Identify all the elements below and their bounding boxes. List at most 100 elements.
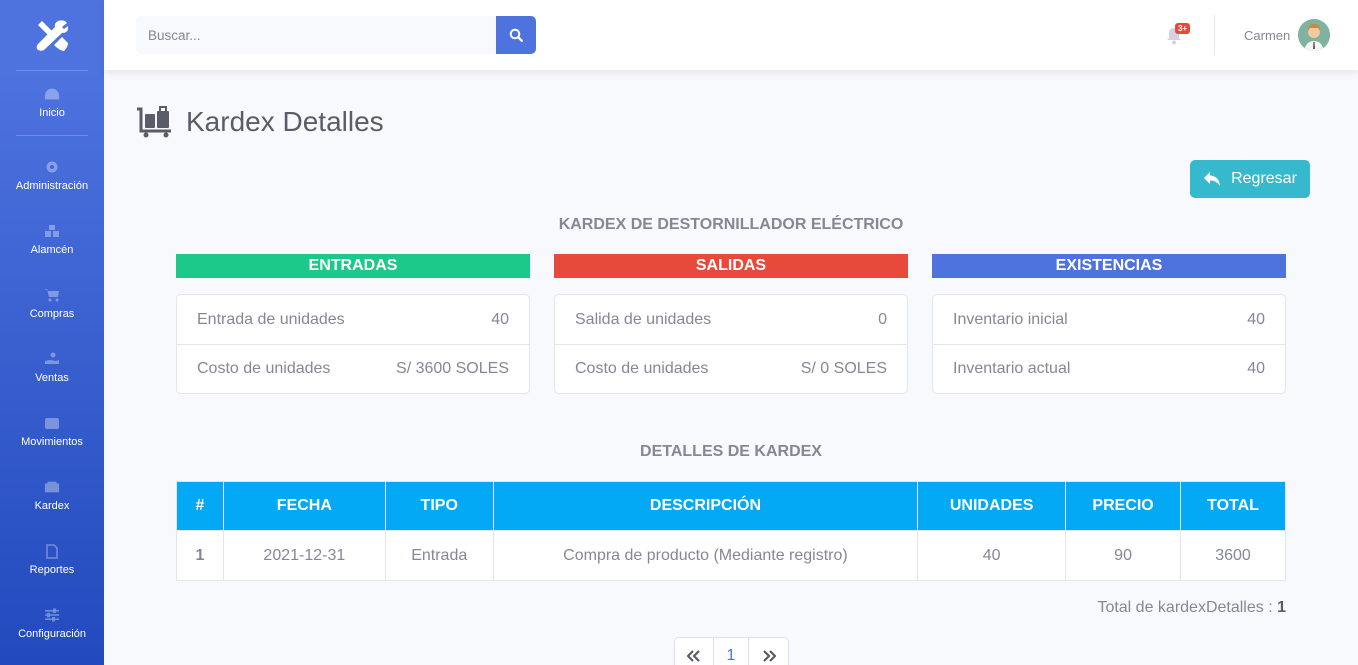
sidebar-item-label: Administración (15, 180, 89, 192)
luggage-cart-icon (137, 106, 171, 138)
list-item-label: Entrada de unidades (197, 310, 345, 328)
list-item: Costo de unidades S/ 3600 SOLES (177, 344, 529, 393)
list-item: Costo de unidades S/ 0 SOLES (555, 344, 907, 393)
search-form (136, 16, 536, 54)
table-cell: 90 (1065, 530, 1182, 581)
column-header: TOTAL (1180, 481, 1286, 531)
file-icon (44, 543, 60, 559)
tools-icon (36, 20, 69, 51)
card-header: EXISTENCIAS (932, 254, 1286, 278)
hand-coins-icon (44, 352, 60, 366)
gear-icon (44, 160, 60, 174)
page-title: Kardex Detalles (186, 106, 384, 137)
list-item-value: S/ 3600 SOLES (396, 360, 509, 377)
pagination-next-button[interactable] (749, 637, 789, 665)
sidebar-item-label: Inicio (39, 107, 65, 119)
column-header: # (176, 481, 224, 531)
user-name: Carmen (1244, 27, 1291, 43)
sidebar-item-configuracion[interactable]: Configuración (0, 592, 104, 656)
card-header: ENTRADAS (176, 254, 530, 278)
sidebar-item-ventas[interactable]: Ventas (0, 336, 104, 400)
sidebar-item-label: Alamcén (30, 244, 74, 256)
notifications-badge: 3+ (1175, 23, 1191, 34)
sidebar-item-almacen[interactable]: Alamcén (0, 208, 104, 272)
table-header-row: # FECHA TIPO DESCRIPCIÓN UNIDADES PRECIO… (176, 481, 1286, 531)
total-value: 1 (1277, 599, 1286, 616)
column-header: TIPO (384, 481, 494, 531)
sidebar-item-reportes[interactable]: Reportes (0, 528, 104, 592)
sidebar-item-compras[interactable]: Compras (0, 272, 104, 336)
sidebar-item-administracion[interactable]: Administración (0, 144, 104, 208)
cart-icon (44, 288, 60, 302)
card-list: Entrada de unidades 40 Costo de unidades… (176, 294, 530, 394)
kardex-details-table: # FECHA TIPO DESCRIPCIÓN UNIDADES PRECIO… (176, 481, 1286, 581)
pagination-page-button[interactable]: 1 (714, 637, 749, 665)
search-button[interactable] (496, 16, 536, 54)
table-cell: Entrada (384, 530, 494, 581)
topbar: 3+ Carmen (104, 0, 1358, 70)
double-chevron-right-icon (762, 650, 776, 662)
back-button-label: Regresar (1231, 170, 1297, 187)
search-input[interactable] (136, 16, 496, 54)
sidebar-item-inicio[interactable]: Inicio (0, 71, 104, 135)
list-item-value: 40 (491, 310, 509, 328)
table-cell: 1 (176, 530, 224, 581)
avatar (1298, 19, 1331, 51)
table-cell: 40 (917, 530, 1067, 581)
list-item-label: Inventario actual (953, 360, 1071, 377)
sidebar-item-label: Ventas (35, 372, 69, 384)
list-item: Salida de unidades 0 (555, 295, 907, 344)
user-menu[interactable]: Carmen (1244, 18, 1331, 52)
list-item-label: Salida de unidades (575, 310, 712, 328)
card-existencias: EXISTENCIAS Inventario inicial 40 Invent… (932, 254, 1286, 394)
topbar-divider (1214, 15, 1215, 55)
list-item-value: S/ 0 SOLES (800, 360, 887, 377)
notifications-button[interactable]: 3+ (1166, 23, 1191, 48)
card-entradas: ENTRADAS Entrada de unidades 40 Costo de… (176, 254, 530, 394)
list-item: Inventario inicial 40 (933, 295, 1285, 344)
sliders-icon (44, 608, 60, 622)
list-item: Entrada de unidades 40 (177, 295, 529, 344)
sidebar-item-label: Reportes (29, 564, 75, 576)
pagination-prev-button[interactable] (674, 637, 714, 665)
list-item-label: Inventario inicial (953, 310, 1068, 328)
sidebar-item-label: Compras (29, 308, 75, 320)
pagination: 1 (674, 637, 789, 665)
column-header: FECHA (222, 481, 386, 531)
table-cell: Compra de producto (Mediante registro) (492, 530, 919, 581)
column-header: DESCRIPCIÓN (492, 481, 919, 531)
column-header: PRECIO (1065, 481, 1182, 531)
wallet-icon (44, 416, 60, 430)
tachometer-icon (44, 87, 60, 101)
kardex-title: KARDEX DE DESTORNILLADOR ELÉCTRICO (558, 216, 904, 233)
sidebar-divider (16, 135, 88, 136)
sidebar-item-movimientos[interactable]: Movimientos (0, 400, 104, 464)
sidebar-item-kardex[interactable]: Kardex (0, 464, 104, 528)
sidebar-item-label: Movimientos (21, 436, 83, 448)
card-header: SALIDAS (554, 254, 908, 278)
back-button[interactable]: Regresar (1190, 160, 1310, 198)
column-header: UNIDADES (917, 481, 1067, 531)
boxes-icon (44, 224, 60, 238)
box-icon (44, 480, 60, 494)
sidebar: Inicio Administración Alamcén Compras Ve… (0, 0, 104, 665)
list-item-value: 40 (1247, 310, 1265, 328)
search-icon (509, 28, 523, 42)
list-item: Inventario actual 40 (933, 344, 1285, 393)
card-list: Salida de unidades 0 Costo de unidades S… (554, 294, 908, 394)
details-title: DETALLES DE KARDEX (640, 443, 822, 460)
list-item-label: Costo de unidades (575, 360, 709, 377)
total-label: Total de kardexDetalles : (1097, 599, 1273, 616)
total-count: Total de kardexDetalles : 1 (1097, 599, 1286, 617)
reply-icon (1204, 172, 1221, 186)
sidebar-item-label: Kardex (34, 500, 70, 512)
brand-logo[interactable] (0, 0, 104, 70)
sidebar-item-label: Configuración (18, 628, 86, 640)
double-chevron-left-icon (687, 650, 700, 662)
list-item-label: Costo de unidades (197, 360, 331, 377)
table-row: 1 2021-12-31 Entrada Compra de producto … (176, 530, 1286, 581)
card-list: Inventario inicial 40 Inventario actual … (932, 294, 1286, 394)
table-cell: 2021-12-31 (222, 530, 386, 581)
list-item-value: 0 (878, 310, 887, 328)
list-item-value: 40 (1247, 360, 1265, 377)
